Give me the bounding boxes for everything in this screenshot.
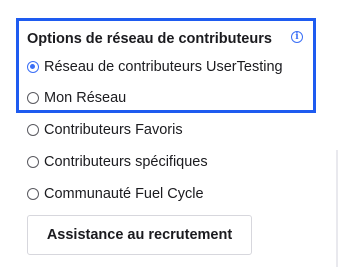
recruitment-assistance-button[interactable]: Assistance au recrutement bbox=[27, 215, 252, 255]
radio-option-specific-contributors[interactable]: Contributeurs spécifiques bbox=[27, 152, 208, 172]
radio-button[interactable] bbox=[27, 188, 39, 200]
radio-option-usertesting-network[interactable]: Réseau de contributeurs UserTesting bbox=[27, 57, 283, 77]
radio-button-checked[interactable] bbox=[27, 61, 39, 73]
option-label: Communauté Fuel Cycle bbox=[44, 186, 204, 202]
info-icon[interactable]: i bbox=[291, 31, 303, 43]
contributor-network-panel: Options de réseau de contributeurs i Rés… bbox=[0, 0, 338, 267]
option-label: Mon Réseau bbox=[44, 90, 127, 106]
option-label: Contributeurs Favoris bbox=[44, 122, 183, 138]
radio-button[interactable] bbox=[27, 92, 39, 104]
radio-option-favorite-contributors[interactable]: Contributeurs Favoris bbox=[27, 120, 183, 140]
section-title: Options de réseau de contributeurs bbox=[27, 31, 272, 47]
option-label: Réseau de contributeurs UserTesting bbox=[44, 59, 283, 75]
radio-button[interactable] bbox=[27, 156, 39, 168]
radio-button[interactable] bbox=[27, 124, 39, 136]
radio-option-fuel-cycle-community[interactable]: Communauté Fuel Cycle bbox=[27, 184, 204, 204]
option-label: Contributeurs spécifiques bbox=[44, 154, 208, 170]
radio-option-my-network[interactable]: Mon Réseau bbox=[27, 88, 126, 108]
